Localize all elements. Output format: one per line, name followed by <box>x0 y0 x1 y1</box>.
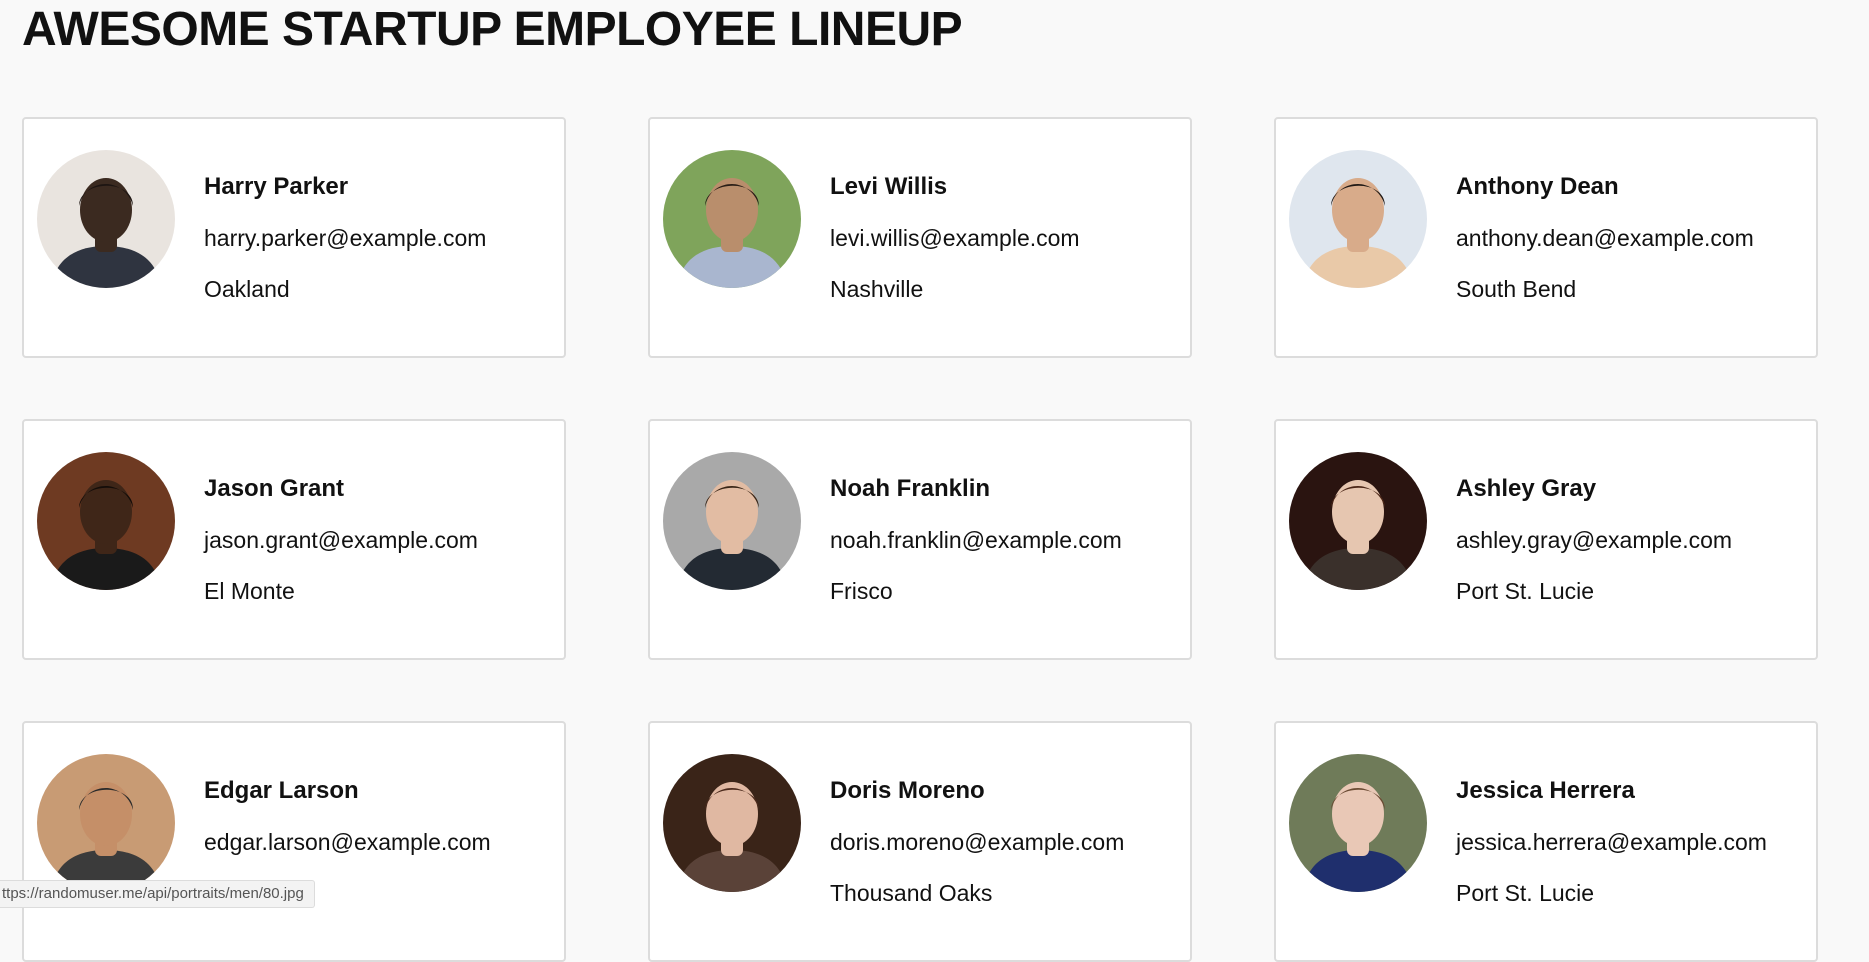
employee-info: Noah Franklin noah.franklin@example.com Fr… <box>830 475 1122 605</box>
employee-card[interactable]: Harry Parker harry.parker@example.com Oakl… <box>22 117 566 358</box>
employee-name: Doris Moreno <box>830 777 985 804</box>
employee-email: ashley.gray@example.com <box>1456 527 1733 553</box>
portrait-photo-icon <box>663 754 801 892</box>
portrait-photo-icon <box>1289 150 1427 288</box>
employee-avatar <box>1289 754 1427 892</box>
employee-avatar <box>1289 150 1427 288</box>
employee-email: anthony.dean@example.com <box>1456 225 1754 251</box>
employee-info: Jason Grant jason.grant@example.com El Mon… <box>204 475 478 605</box>
employee-city: Port St. Lucie <box>1456 578 1595 604</box>
employee-name: Ashley Gray <box>1456 475 1597 502</box>
employee-info: Doris Moreno doris.moreno@example.com Thou… <box>830 777 1124 907</box>
employee-city: El Monte <box>204 578 295 604</box>
employee-city: Port St. Lucie <box>1456 880 1595 906</box>
employee-name: Edgar Larson <box>204 777 359 804</box>
employee-city: Thousand Oaks <box>830 880 993 906</box>
employee-name: Levi Willis <box>830 173 948 200</box>
employee-name: Jessica Herrera <box>1456 777 1635 804</box>
page-title: AWESOME STARTUP EMPLOYEE LINEUP <box>22 3 963 56</box>
portrait-photo-icon <box>663 452 801 590</box>
employee-email: levi.willis@example.com <box>830 225 1080 251</box>
employee-city: Oakland <box>204 276 290 302</box>
employee-avatar <box>663 754 801 892</box>
employee-name: Noah Franklin <box>830 475 991 502</box>
employee-avatar <box>663 150 801 288</box>
employee-info: Jessica Herrera jessica.herrera@example.c… <box>1456 777 1767 907</box>
employee-card[interactable]: Edgar Larsonedgar.larson@example.comWich… <box>22 721 566 962</box>
employee-city: Frisco <box>830 578 893 604</box>
status-bar-url: ttps://randomuser.me/api/portraits/men/8… <box>0 880 315 908</box>
employee-info: Anthony Dean anthony.dean@example.com Sout… <box>1456 173 1754 303</box>
employee-card[interactable]: Anthony Dean anthony.dean@example.com Sout… <box>1274 117 1818 358</box>
employee-info: Ashley Gray ashley.gray@example.com Port S… <box>1456 475 1732 605</box>
employee-grid: Harry Parker harry.parker@example.com Oakl… <box>22 117 1818 962</box>
employee-name: Anthony Dean <box>1456 173 1619 200</box>
employee-email: harry.parker@example.com <box>204 225 487 251</box>
portrait-photo-icon <box>37 150 175 288</box>
employee-avatar <box>663 452 801 590</box>
employee-info: Harry Parker harry.parker@example.com Oakl… <box>204 173 486 303</box>
employee-info: Levi Willis levi.willis@example.com Nashvi… <box>830 173 1080 303</box>
employee-card[interactable]: Jason Grant jason.grant@example.com El Mon… <box>22 419 566 660</box>
employee-email: noah.franklin@example.com <box>830 527 1122 553</box>
employee-card[interactable]: Jessica Herrera jessica.herrera@example.c… <box>1274 721 1818 962</box>
employee-avatar <box>37 754 175 892</box>
employee-email: jason.grant@example.com <box>204 527 478 553</box>
employee-city: South Bend <box>1456 276 1577 302</box>
employee-email: jessica.herrera@example.com <box>1456 829 1767 855</box>
portrait-photo-icon <box>37 754 175 892</box>
employee-card[interactable]: Ashley Gray ashley.gray@example.com Port S… <box>1274 419 1818 660</box>
employee-avatar <box>37 452 175 590</box>
employee-city: Nashville <box>830 276 924 302</box>
employee-name: Jason Grant <box>204 475 345 502</box>
portrait-photo-icon <box>663 150 801 288</box>
employee-name: Harry Parker <box>204 173 349 200</box>
employee-avatar <box>1289 452 1427 590</box>
employee-email: edgar.larson@example.com <box>204 829 491 855</box>
employee-card[interactable]: Doris Moreno doris.moreno@example.com Thou… <box>648 721 1192 962</box>
portrait-photo-icon <box>37 452 175 590</box>
employee-email: doris.moreno@example.com <box>830 829 1125 855</box>
portrait-photo-icon <box>1289 754 1427 892</box>
portrait-photo-icon <box>1289 452 1427 590</box>
employee-card[interactable]: Levi Willis levi.willis@example.com Nashvi… <box>648 117 1192 358</box>
employee-card[interactable]: Noah Franklin noah.franklin@example.com Fr… <box>648 419 1192 660</box>
employee-avatar <box>37 150 175 288</box>
